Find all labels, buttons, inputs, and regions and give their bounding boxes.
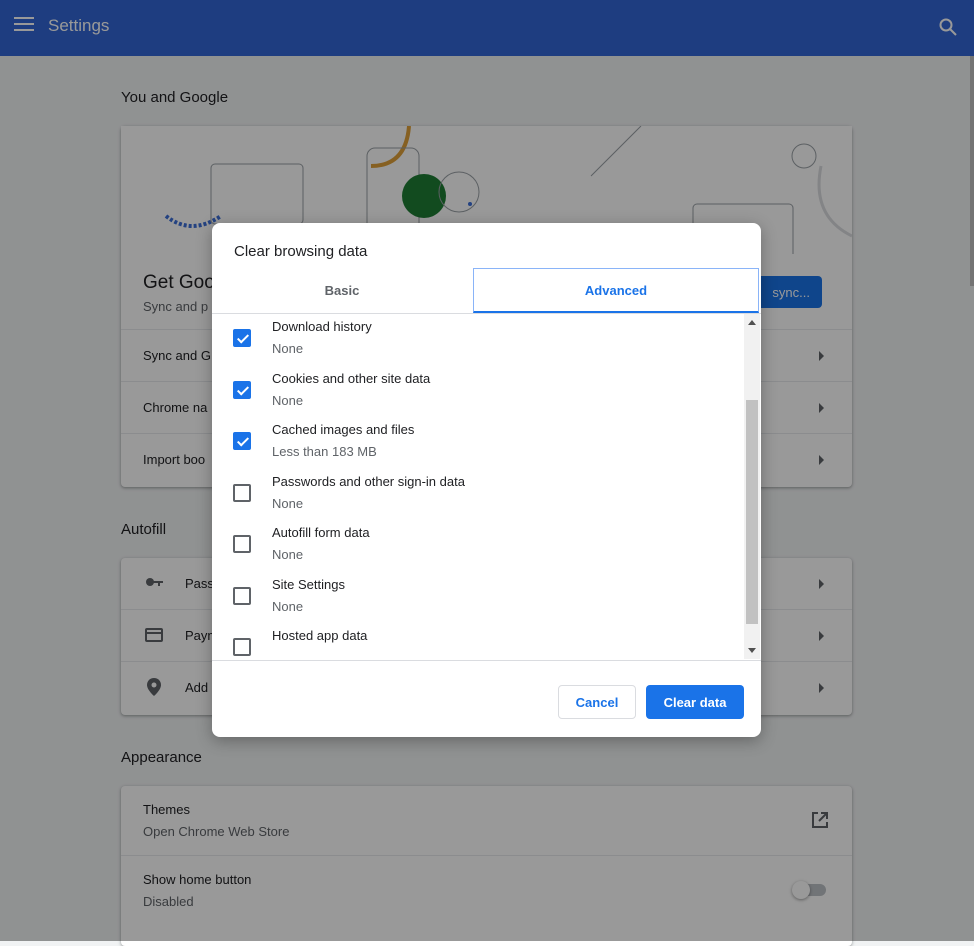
dialog-scrollbar[interactable] [744,314,760,659]
checkbox[interactable] [233,381,251,399]
item-label: Cookies and other site data [272,371,431,386]
checkbox[interactable] [233,535,251,553]
dialog-tabs: Basic Advanced [212,268,761,314]
item-value: None [272,496,304,511]
item-value: None [272,599,304,614]
scroll-up-arrow-icon[interactable] [748,320,756,325]
dialog-title: Clear browsing data [234,243,368,260]
scroll-down-arrow-icon[interactable] [748,648,756,653]
list-item-cookies[interactable]: Cookies and other site data None [212,366,742,417]
item-label: Passwords and other sign-in data [272,474,465,489]
tab-advanced[interactable]: Advanced [473,268,759,313]
list-item-site-settings[interactable]: Site Settings None [212,572,742,623]
list-item-passwords[interactable]: Passwords and other sign-in data None [212,469,742,520]
item-value: None [272,547,304,562]
tab-basic[interactable]: Basic [212,268,472,312]
checkbox[interactable] [233,484,251,502]
checkbox[interactable] [233,329,251,347]
checkbox[interactable] [233,587,251,605]
checkbox[interactable] [233,432,251,450]
item-label: Cached images and files [272,422,415,437]
list-item-hosted-app-data[interactable]: Hosted app data [212,623,742,660]
item-value: None [272,341,304,356]
item-label: Autofill form data [272,525,370,540]
checkbox[interactable] [233,638,251,656]
clear-data-button[interactable]: Clear data [646,685,744,719]
item-label: Hosted app data [272,628,368,643]
item-label: Download history [272,319,372,334]
clear-browsing-data-dialog: Clear browsing data Basic Advanced Downl… [212,223,761,737]
item-value: Less than 183 MB [272,444,377,459]
data-type-list: Download history None Cookies and other … [212,314,761,661]
list-item-autofill-form[interactable]: Autofill form data None [212,520,742,571]
cancel-button[interactable]: Cancel [558,685,636,719]
list-item-cached-images[interactable]: Cached images and files Less than 183 MB [212,417,742,468]
list-item-download-history[interactable]: Download history None [212,314,742,365]
item-label: Site Settings [272,577,345,592]
item-value: None [272,393,304,408]
dialog-scrollbar-thumb[interactable] [746,400,758,624]
